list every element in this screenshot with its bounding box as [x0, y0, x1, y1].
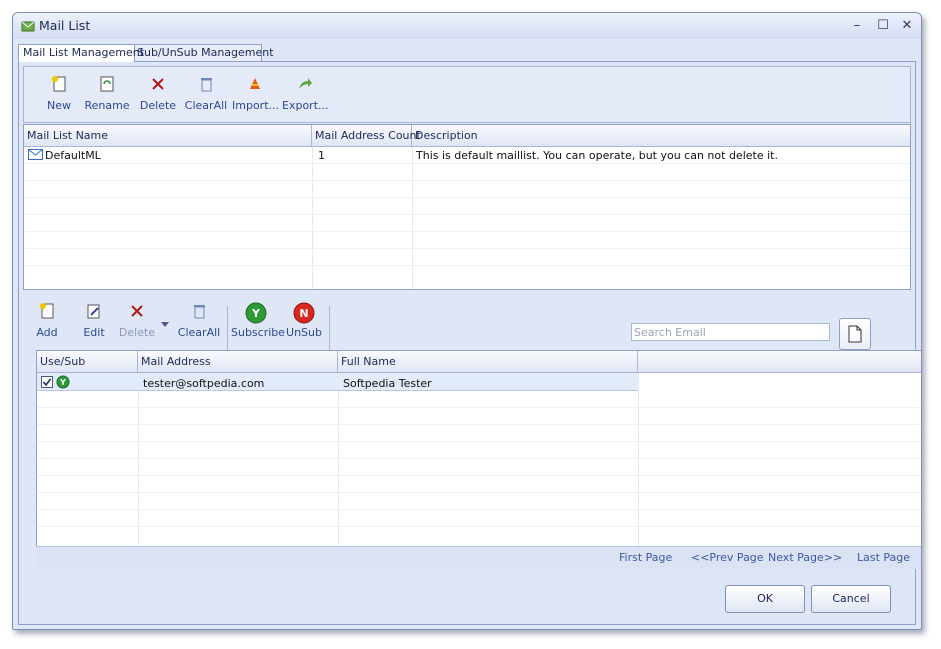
unsub-n-icon: N: [293, 302, 315, 324]
subscribe-button[interactable]: Y Subscribe: [231, 302, 285, 339]
title-bar[interactable]: Mail List – ☐ ✕: [13, 13, 921, 39]
use-checkbox[interactable]: [41, 376, 53, 391]
tab-panel: New Rename Delete ClearAll Import... Exp…: [18, 61, 921, 625]
address-grid-header: Use/Sub Mail Address Full Name: [37, 351, 921, 373]
svg-text:Y: Y: [251, 307, 261, 320]
rename-button[interactable]: Rename: [84, 75, 130, 112]
search-button[interactable]: [839, 318, 871, 350]
delete-address-button[interactable]: Delete: [117, 302, 157, 339]
new-button[interactable]: New: [42, 75, 76, 112]
address-grid[interactable]: Use/Sub Mail Address Full Name Y tester@…: [36, 350, 921, 548]
last-page-link[interactable]: Last Page: [857, 551, 910, 564]
add-button[interactable]: Add: [29, 302, 65, 339]
clearall-list-button[interactable]: ClearAll: [184, 75, 228, 112]
export-arrow-icon: [296, 75, 314, 93]
svg-text:N: N: [299, 307, 308, 320]
search-document-icon: [847, 325, 863, 346]
tab-mail-list-management[interactable]: Mail List Management: [18, 44, 144, 62]
col-mail-list-name[interactable]: Mail List Name: [24, 125, 312, 146]
import-button[interactable]: Import...: [232, 75, 279, 112]
delete-dropdown-arrow[interactable]: [159, 318, 171, 331]
col-full-name[interactable]: Full Name: [338, 351, 638, 372]
svg-text:Y: Y: [59, 378, 66, 387]
edit-pencil-icon: [85, 302, 103, 320]
unsub-button[interactable]: N UnSub: [285, 302, 323, 339]
mail-list-grid[interactable]: Mail List Name Mail Address Count Descri…: [23, 124, 911, 290]
edit-button[interactable]: Edit: [77, 302, 111, 339]
tab-sub-unsub-management[interactable]: Sub/UnSub Management: [132, 44, 274, 61]
mail-list-toolbar: New Rename Delete ClearAll Import... Exp…: [23, 66, 911, 123]
chevron-down-icon: [161, 318, 169, 331]
mail-list-window: Mail List – ☐ ✕ SOFTPEDIA Mail List Mana…: [12, 12, 922, 630]
prev-page-link[interactable]: <<Prev Page: [691, 551, 764, 564]
clearall-address-button[interactable]: ClearAll: [177, 302, 221, 339]
description-cell: This is default maillist. You can operat…: [416, 149, 778, 162]
subscribed-status-icon: Y: [56, 375, 70, 392]
add-document-icon: [38, 302, 56, 320]
col-mail-address[interactable]: Mail Address: [138, 351, 338, 372]
cancel-button[interactable]: Cancel: [811, 585, 891, 613]
delete-x-icon: [128, 302, 146, 320]
col-description[interactable]: Description: [412, 125, 910, 146]
close-button[interactable]: ✕: [897, 17, 917, 35]
export-button[interactable]: Export...: [282, 75, 329, 112]
mail-list-grid-header: Mail List Name Mail Address Count Descri…: [24, 125, 910, 147]
mail-list-name-cell: DefaultML: [45, 149, 101, 162]
mail-list-app-icon: [21, 19, 35, 33]
mail-address-count-cell: 1: [318, 149, 325, 162]
full-name-cell: Softpedia Tester: [343, 377, 432, 390]
new-document-icon: [50, 75, 68, 93]
mail-address-cell: tester@softpedia.com: [143, 377, 265, 390]
maximize-button[interactable]: ☐: [873, 17, 893, 35]
delete-list-button[interactable]: Delete: [136, 75, 180, 112]
first-page-link[interactable]: First Page: [619, 551, 672, 564]
envelope-icon: [28, 149, 43, 163]
rename-icon: [98, 75, 116, 93]
import-icon: [246, 75, 264, 93]
col-use-sub[interactable]: Use/Sub: [37, 351, 138, 372]
trash-can-icon: [197, 75, 215, 93]
next-page-link[interactable]: Next Page>>: [768, 551, 842, 564]
col-mail-address-count[interactable]: Mail Address Count: [312, 125, 421, 146]
trash-can-icon: [190, 302, 208, 320]
pager-bar: First Page <<Prev Page Next Page>> Last …: [36, 546, 921, 569]
search-email-input[interactable]: Search Email: [631, 323, 830, 341]
ok-button[interactable]: OK: [725, 585, 805, 613]
minimize-button[interactable]: –: [847, 17, 867, 35]
delete-x-icon: [149, 75, 167, 93]
window-title: Mail List: [39, 18, 91, 33]
subscribe-y-icon: Y: [245, 302, 267, 324]
